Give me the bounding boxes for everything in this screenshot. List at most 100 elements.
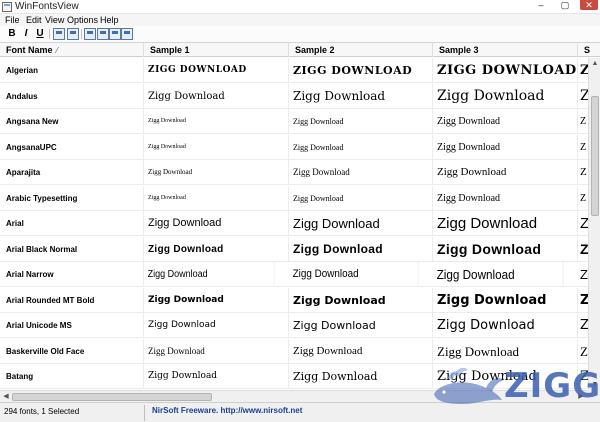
sample-2-cell: Zigg Download [289,160,433,185]
sample-3-cell: Zigg Download [433,211,578,236]
menu-bar: File Edit View Options Help [0,14,600,26]
menu-help[interactable]: Help [100,14,119,26]
find-icon[interactable] [109,28,121,40]
font-name-cell: Arial [0,211,144,236]
scroll-left-icon[interactable]: ◀ [1,392,11,402]
title-bar: WinFontsView – ▢ ✕ [0,0,600,14]
column-header-sample-3[interactable]: Sample 3 [433,43,578,57]
horizontal-scrollbar[interactable]: ◀ ▶ [0,390,588,402]
font-name-cell: Arial Narrow [0,262,144,287]
column-header-label: Font Name [6,45,53,55]
font-name-cell: Batang [0,364,144,389]
sample-4-cell: Z [580,63,588,78]
sample-2-cell: Zigg Download [289,287,433,313]
toolbar-separator [49,29,50,39]
table-row[interactable]: Batang Zigg Download Zigg Download Zigg Dow… [0,364,588,389]
status-count: 294 fonts, 1 Selected [4,407,80,416]
sample-4-cell: Z [580,343,588,359]
font-name-cell: Angsana New [0,109,144,134]
column-header-sample-1[interactable]: Sample 1 [144,43,289,57]
scroll-up-icon[interactable]: ▲ [590,59,600,68]
sample-1-cell: Zigg Download [144,211,289,236]
sample-2-cell: Zigg Download [289,109,433,134]
sample-1-cell: Zigg Download [144,313,289,338]
column-header-sample-4[interactable]: S [578,43,600,57]
menu-options[interactable]: Options [67,14,98,26]
column-header-sample-2[interactable]: Sample 2 [289,43,433,57]
font-name-cell: Algerian [0,58,144,83]
scroll-down-icon[interactable]: ▼ [590,380,600,389]
table-row[interactable]: Andalus Zigg Download Zigg Download Zigg Do… [0,83,588,109]
sample-2-cell: Zigg Download [289,211,433,236]
save-icon[interactable] [53,28,65,40]
sample-3-cell: Zigg Download [433,83,578,109]
nirsoft-link[interactable]: NirSoft Freeware. http://www.nirsoft.net [152,406,302,415]
horizontal-scroll-thumb[interactable] [12,393,212,401]
close-button[interactable]: ✕ [580,0,598,10]
menu-view[interactable]: View [45,14,64,26]
font-name-cell: Arial Unicode MS [0,313,144,338]
italic-icon[interactable]: I [20,28,32,40]
sample-3-cell: Zigg Download [433,185,578,211]
table-row[interactable]: Arial Rounded MT Bold Zigg Download Zigg D… [0,287,588,313]
sample-3-cell: Zigg Download [433,134,578,160]
table-row[interactable]: AngsanaUPC Zigg Download Zigg Download Zigg… [0,134,588,160]
menu-file[interactable]: File [5,14,20,26]
sample-1-cell: Zigg Download [144,83,289,109]
column-header-font-name[interactable]: Font Name ⁄ [0,43,144,57]
scroll-right-icon[interactable]: ▶ [576,392,586,402]
font-name-cell: Baskerville Old Face [0,338,144,364]
html-report-icon[interactable] [97,28,109,40]
sample-3-cell: Zigg Download [433,262,564,287]
table-row[interactable]: Algerian ZIGG DOWNLOAD ZIGG DOWNLOAD ZIGG D… [0,58,588,83]
table-row[interactable]: Arabic Typesetting Zigg Download Zigg Down… [0,185,588,211]
sample-2-cell: Zigg Download [289,313,433,338]
sample-4-cell: Z [580,141,587,153]
table-row[interactable]: Aparajita Zigg Download Zigg Download Zigg … [0,160,588,185]
sample-2-cell: Zigg Download [289,236,433,262]
sample-4-cell: Z [580,215,588,232]
sample-3-cell: Zigg Download [433,109,578,134]
sample-4-cell: Z [580,192,587,204]
column-header: Font Name ⁄ Sample 1 Sample 2 Sample 3 S [0,43,600,57]
table-row[interactable]: Arial Unicode MS Zigg Download Zigg Downlo… [0,313,588,338]
sample-1-cell: Zigg Download [144,236,289,262]
sample-3-cell: ZIGG DOWNLOAD [433,58,578,83]
font-name-cell: AngsanaUPC [0,134,144,160]
status-bar: 294 fonts, 1 Selected NirSoft Freeware. … [0,402,600,422]
sample-3-cell: Zigg Download [433,236,578,262]
window-title: WinFontsView [15,1,79,12]
table-row[interactable]: Arial Narrow Zigg Download Zigg Download Zi… [0,262,588,287]
properties-icon[interactable] [67,28,79,40]
sample-4-cell: Z [580,292,588,308]
app-icon [2,2,12,12]
sample-1-cell: Zigg Download [144,134,289,160]
vertical-scrollbar[interactable]: ▲ ▼ [588,58,600,390]
sample-3-cell: Zigg Download [433,313,578,338]
sample-3-cell: Zigg Download [433,338,578,364]
sample-1-cell: ZIGG DOWNLOAD [144,58,289,83]
table-row[interactable]: Angsana New Zigg Download Zigg Download Zig… [0,109,588,134]
sample-4-cell: Z [580,318,588,333]
table-row[interactable]: Arial Black Normal Zigg Download Zigg Down… [0,236,588,262]
sample-1-cell: Zigg Download [144,185,289,211]
menu-edit[interactable]: Edit [26,14,42,26]
underline-icon[interactable]: U [34,28,46,40]
font-list: Algerian ZIGG DOWNLOAD ZIGG DOWNLOAD ZIGG D… [0,58,588,390]
font-name-cell: Andalus [0,83,144,109]
sample-2-cell: Zigg Download [289,262,419,287]
bold-icon[interactable]: B [6,28,18,40]
scrollbar-corner [588,390,600,402]
sample-3-cell: Zigg Download [433,364,578,389]
minimize-button[interactable]: – [534,0,548,10]
vertical-scroll-thumb[interactable] [591,96,599,216]
sample-2-cell: Zigg Download [289,134,433,160]
sample-2-cell: Zigg Download [289,83,433,109]
table-row[interactable]: Baskerville Old Face Zigg Download Zigg Do… [0,338,588,364]
sort-indicator-icon: ⁄ [56,46,58,55]
table-row[interactable]: Arial Zigg Download Zigg Download Zigg Down… [0,211,588,236]
maximize-button[interactable]: ▢ [558,0,572,10]
copy-icon[interactable] [84,28,96,40]
exit-icon[interactable] [121,28,133,40]
font-name-cell: Arabic Typesetting [0,185,144,211]
